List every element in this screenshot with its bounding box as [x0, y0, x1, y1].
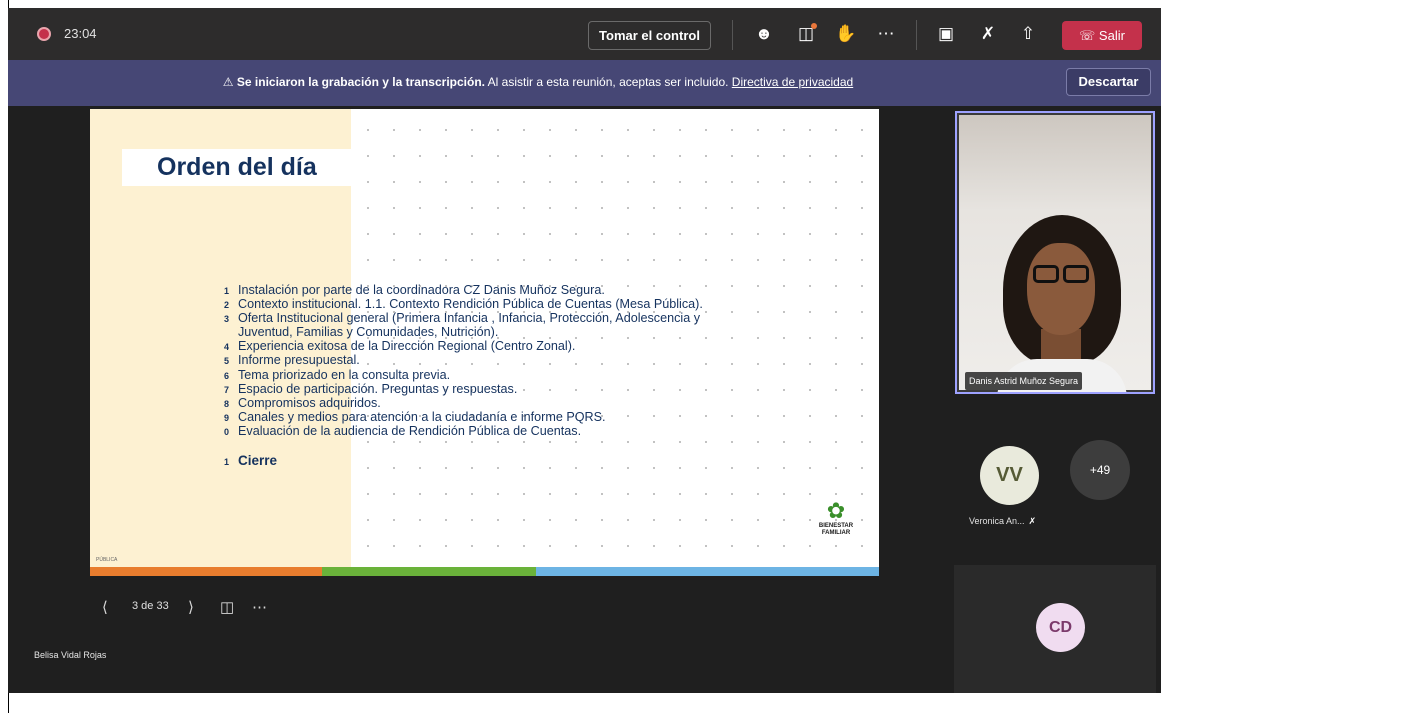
- item-text: Contexto institucional. 1.1. Contexto Re…: [238, 297, 703, 312]
- item-number: 1: [224, 457, 230, 468]
- list-item-closing: 1 Cierre: [224, 453, 703, 469]
- previous-slide-icon[interactable]: ⟨: [102, 598, 108, 616]
- item-text: Canales y medios para atención a la ciud…: [238, 409, 606, 424]
- recording-notice-bar: ⚠ Se iniciaron la grabación y la transcr…: [8, 60, 1161, 106]
- participant-name-text: Veronica An...: [969, 516, 1025, 526]
- list-item: 7 Espacio de participación. Preguntas y r…: [224, 382, 703, 396]
- warning-icon: ⚠: [222, 75, 234, 89]
- list-item: 3 Oferta Institucional general (Primera I…: [224, 311, 703, 325]
- notice-bold-text: Se iniciaron la grabación y la transcrip…: [236, 75, 485, 89]
- item-number: 1: [224, 286, 230, 296]
- camera-off-icon[interactable]: ▣: [934, 22, 958, 46]
- participant-video-tile[interactable]: Danis Astrid Muñoz Segura: [955, 111, 1155, 394]
- logo-text-line1: BIENESTAR: [818, 523, 854, 529]
- bienestar-familiar-logo: ✿ BIENESTAR FAMILIAR: [814, 499, 858, 537]
- list-item: 0 Evaluación de la audiencia de Rendición…: [224, 424, 703, 438]
- list-gap: [224, 438, 703, 454]
- list-item: 4 Experiencia exitosa de la Dirección Reg…: [224, 339, 703, 353]
- color-strip-green: [322, 567, 536, 576]
- notice-text: ⚠ Se iniciaron la grabación y la transcr…: [8, 75, 1068, 89]
- reactions-icon[interactable]: ✋: [834, 22, 858, 46]
- phone-icon: ☏: [1079, 28, 1099, 43]
- avatar[interactable]: CD: [1036, 603, 1085, 652]
- family-logo-icon: ✿: [826, 498, 846, 523]
- slide-title: Orden del día: [157, 153, 317, 181]
- take-control-button[interactable]: Tomar el control: [588, 21, 711, 50]
- share-screen-icon[interactable]: ⇧: [1016, 22, 1040, 46]
- item-text: Experiencia exitosa de la Dirección Regi…: [238, 339, 576, 354]
- color-strip-blue: [536, 567, 879, 576]
- agenda-list: 1 Instalación por parte de la coordinador…: [224, 283, 703, 468]
- item-text: Oferta Institucional general (Primera In…: [238, 311, 701, 326]
- slide-more-icon[interactable]: ⋯: [252, 598, 267, 616]
- item-text: Informe presupuestal.: [238, 353, 360, 368]
- item-text: Evaluación de la audiencia de Rendición …: [238, 423, 582, 438]
- list-item: 5 Informe presupuestal.: [224, 353, 703, 367]
- video-person-face: [1027, 243, 1095, 335]
- dismiss-button[interactable]: Descartar: [1066, 68, 1151, 96]
- list-item: 8 Compromisos adquiridos.: [224, 396, 703, 410]
- participant-name-tag: Danis Astrid Muñoz Segura: [965, 372, 1083, 390]
- list-item: 6 Tema priorizado en la consulta previa.: [224, 368, 703, 382]
- item-text: Cierre: [238, 453, 278, 469]
- leave-label: Salir: [1098, 28, 1125, 43]
- more-participants-button[interactable]: +49: [1070, 440, 1130, 500]
- item-number: 8: [224, 398, 230, 409]
- slide-footer-text: PÚBLICA: [96, 557, 118, 563]
- item-number: 2: [224, 300, 230, 311]
- item-number: 9: [224, 412, 230, 423]
- slide-counter: 3 de 33: [132, 600, 169, 612]
- presenter-name: Belisa Vidal Rojas: [34, 650, 107, 660]
- item-text: Compromisos adquiridos.: [238, 395, 381, 410]
- notice-body-text: Al asistir a esta reunión, aceptas ser i…: [485, 75, 732, 89]
- participants-icon[interactable]: ☻: [752, 22, 776, 46]
- mic-off-icon: ✗: [1028, 516, 1037, 526]
- participant-name: Veronica An... ✗: [969, 516, 1036, 527]
- list-item: 1 Instalación por parte de la coordinador…: [224, 283, 703, 297]
- item-number: 7: [224, 384, 230, 395]
- item-number: 0: [224, 426, 230, 437]
- more-options-icon[interactable]: ⋯: [874, 22, 898, 46]
- mic-off-icon[interactable]: ✗: [976, 22, 1000, 46]
- privacy-link[interactable]: Directiva de privacidad: [732, 75, 853, 89]
- shared-slide: Orden del día 1 Instalación por parte de …: [90, 109, 879, 576]
- list-item: 2 Contexto institucional. 1.1. Contexto R…: [224, 297, 703, 311]
- avatar[interactable]: VV: [980, 446, 1039, 505]
- item-number: 3: [224, 314, 230, 325]
- item-number: 4: [224, 342, 230, 353]
- meeting-window: 23:04 Tomar el control ☻ ◫ ✋ ⋯ ▣ ✗ ⇧ ☏ S…: [8, 8, 1161, 693]
- item-number: 5: [224, 356, 230, 367]
- item-text: Instalación por parte de la coordinadora…: [238, 283, 605, 297]
- video-person-glasses: [1031, 265, 1091, 285]
- recording-icon: [37, 27, 51, 41]
- meeting-toolbar: 23:04 Tomar el control ☻ ◫ ✋ ⋯ ▣ ✗ ⇧ ☏ S…: [8, 8, 1161, 60]
- leave-button[interactable]: ☏ Salir: [1062, 21, 1142, 50]
- toolbar-divider: [916, 20, 917, 50]
- next-slide-icon[interactable]: ⟩: [188, 598, 194, 616]
- list-item: 9 Canales y medios para atención a la ciu…: [224, 410, 703, 424]
- item-text: Tema priorizado en la consulta previa.: [238, 367, 451, 382]
- slide-grid-icon[interactable]: ◫: [220, 598, 234, 616]
- item-number: 6: [224, 370, 230, 381]
- participant-video: Danis Astrid Muñoz Segura: [959, 115, 1151, 392]
- toolbar-divider: [732, 20, 733, 50]
- chat-icon[interactable]: ◫: [794, 22, 818, 46]
- meeting-timer: 23:04: [64, 26, 97, 41]
- color-strip-orange: [90, 567, 322, 576]
- item-text: Espacio de participación. Preguntas y re…: [238, 381, 518, 396]
- item-continuation: Juventud, Familias y Comunidades, Nutric…: [238, 325, 499, 340]
- logo-text-line2: FAMILIAR: [821, 530, 851, 536]
